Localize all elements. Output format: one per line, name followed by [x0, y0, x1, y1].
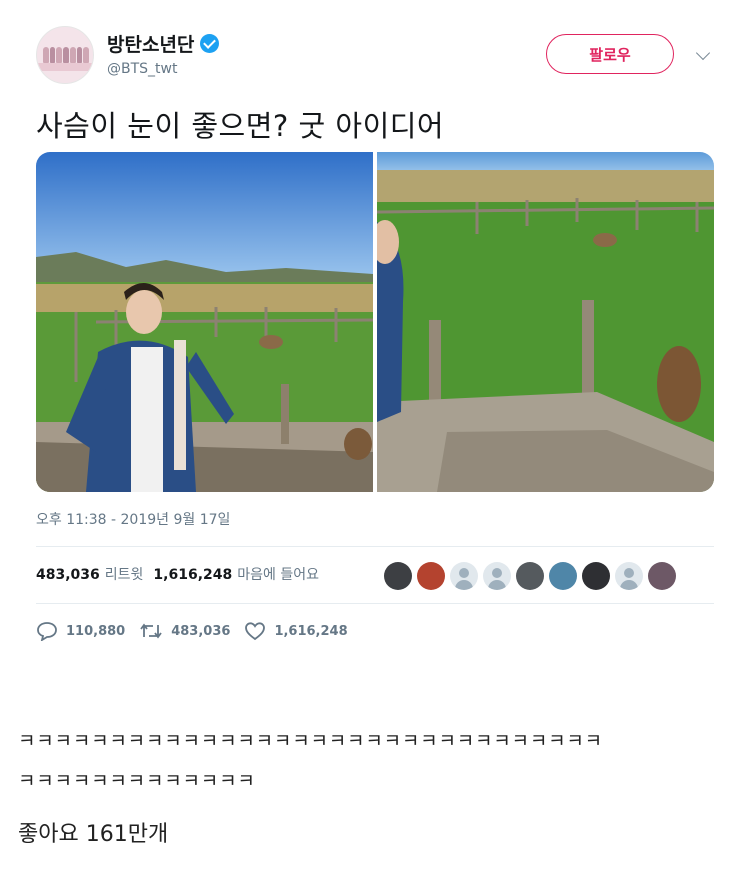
user-handle[interactable]: @BTS_twt	[107, 61, 177, 77]
like-action[interactable]: 1,616,248	[244, 621, 348, 641]
display-name[interactable]: 방탄소년단	[107, 30, 194, 57]
reply-count: 110,880	[66, 623, 126, 639]
photo-left[interactable]	[36, 152, 373, 492]
tweet-actions: 110,880 483,036 1,616,248	[36, 621, 362, 641]
tweet-timestamp[interactable]: 오후 11:38 - 2019년 9월 17일	[36, 509, 230, 529]
reply-icon	[37, 622, 57, 641]
liker-avatar[interactable]	[516, 562, 544, 590]
likes-caption: 좋아요 161만개	[18, 822, 169, 847]
liker-avatar[interactable]	[549, 562, 577, 590]
tweet-media[interactable]	[36, 152, 714, 492]
retweet-action[interactable]: 483,036	[139, 621, 230, 641]
retweet-icon	[140, 623, 162, 639]
comment-text-line-2: ㅋㅋㅋㅋㅋㅋㅋㅋㅋㅋㅋㅋㅋ	[18, 770, 256, 792]
divider-top	[36, 546, 714, 547]
divider-bottom	[36, 603, 714, 604]
retweet-action-count: 483,036	[171, 623, 231, 639]
reply-action[interactable]: 110,880	[36, 621, 125, 641]
default-avatar-icon[interactable]	[483, 562, 511, 590]
tweet-card: 방탄소년단 @BTS_twt 팔로우 사슴이 눈이 좋으면? 굿 아이디어 오후…	[0, 0, 750, 660]
follow-button[interactable]: 팔로우	[546, 34, 674, 74]
like-label[interactable]: 마음에 들어요	[237, 564, 319, 584]
chevron-down-icon[interactable]	[695, 45, 711, 61]
like-count[interactable]: 1,616,248	[153, 567, 232, 583]
default-avatar-icon[interactable]	[615, 562, 643, 590]
photo-right[interactable]	[377, 152, 714, 492]
liker-avatars	[384, 562, 676, 590]
liker-avatar[interactable]	[417, 562, 445, 590]
retweet-count[interactable]: 483,036	[36, 567, 100, 583]
tweet-text: 사슴이 눈이 좋으면? 굿 아이디어	[36, 109, 445, 143]
verified-badge-icon	[200, 34, 220, 53]
default-avatar-icon[interactable]	[450, 562, 478, 590]
retweet-label[interactable]: 리트윗	[105, 564, 144, 584]
comment-text-line-1: ㅋㅋㅋㅋㅋㅋㅋㅋㅋㅋㅋㅋㅋㅋㅋㅋㅋㅋㅋㅋㅋㅋㅋㅋㅋㅋㅋㅋㅋㅋㅋㅋ	[18, 730, 603, 752]
profile-avatar[interactable]	[36, 26, 94, 84]
avatar-band	[37, 63, 93, 71]
liker-avatar[interactable]	[582, 562, 610, 590]
heart-icon	[245, 622, 266, 641]
liker-avatar[interactable]	[384, 562, 412, 590]
name-row: 방탄소년단	[107, 30, 220, 57]
engagement-stats: 483,036 리트윗 1,616,248 마음에 들어요	[36, 564, 329, 584]
liker-avatar[interactable]	[648, 562, 676, 590]
avatar-group-photo	[43, 47, 90, 63]
like-action-count: 1,616,248	[274, 623, 348, 639]
